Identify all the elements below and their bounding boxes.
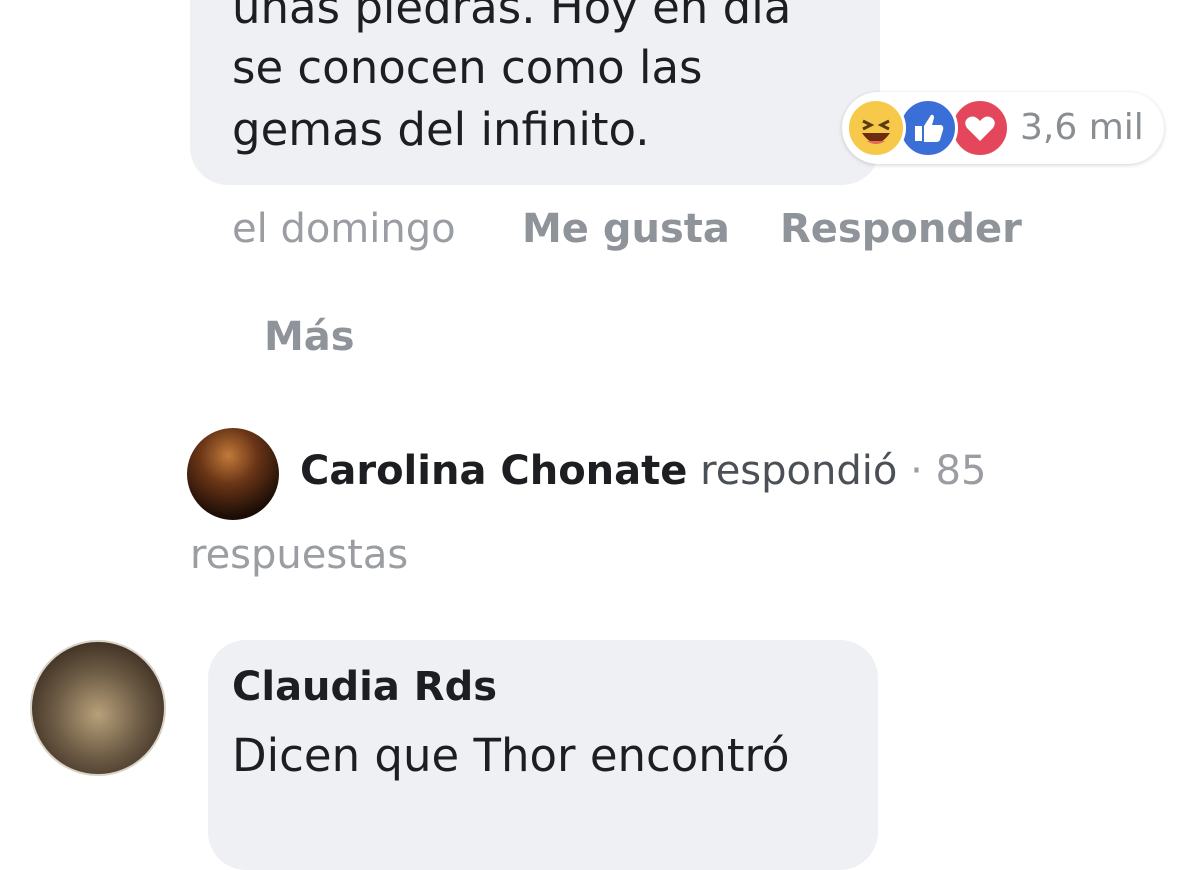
comment-timestamp[interactable]: el domingo xyxy=(232,204,456,254)
comment-text-line: unas piedras. Hoy en día xyxy=(232,0,792,34)
replied-label: respondió xyxy=(700,448,898,494)
comment-author-name[interactable]: Claudia Rds xyxy=(232,662,497,712)
love-icon xyxy=(950,98,1010,158)
comment-text-line: se conocen como las xyxy=(232,41,703,94)
reply-count-separator: · xyxy=(910,448,936,494)
haha-icon xyxy=(846,98,906,158)
reactions-summary[interactable]: 3,6 mil xyxy=(842,92,1164,164)
reply-author-name: Carolina Chonate xyxy=(300,448,688,494)
avatar[interactable] xyxy=(30,640,166,776)
reply-button[interactable]: Responder xyxy=(780,204,1022,254)
like-button[interactable]: Me gusta xyxy=(522,204,730,254)
reply-count: 85 xyxy=(935,448,987,494)
view-replies-link[interactable]: Carolina Chonate respondió · 85 xyxy=(300,446,986,496)
like-icon xyxy=(898,98,958,158)
reaction-count: 3,6 mil xyxy=(1020,107,1144,148)
comment-text-line: gemas del infinito. xyxy=(232,103,650,156)
comment-text-line: Dicen que Thor encontró xyxy=(232,729,790,782)
more-button[interactable]: Más xyxy=(264,312,355,362)
reply-count-label[interactable]: respuestas xyxy=(190,530,408,580)
avatar[interactable] xyxy=(187,428,279,520)
